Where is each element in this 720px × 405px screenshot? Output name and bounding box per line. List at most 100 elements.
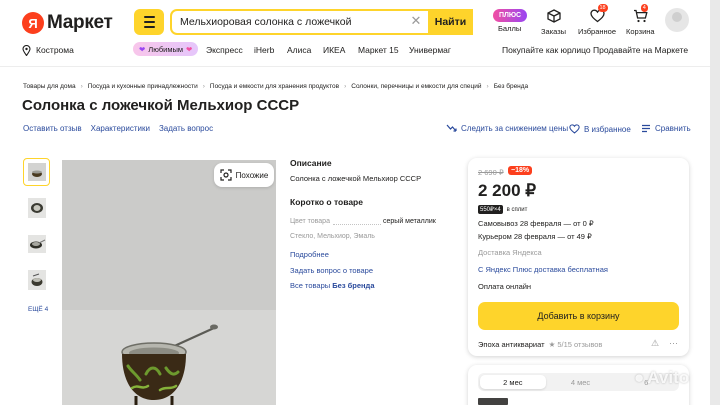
lens-scan-icon [220, 169, 232, 181]
header-item-label: Корзина [626, 27, 655, 36]
nav-link-express[interactable]: Экспресс [206, 43, 243, 57]
more-details-link[interactable]: Подробнее [290, 250, 329, 259]
plus-badge: ПЛЮС [493, 9, 527, 22]
short-info-heading: Коротко о товаре [290, 197, 363, 207]
ask-about-product-link[interactable]: Задать вопрос о товаре [290, 266, 373, 275]
trend-down-icon [446, 124, 457, 133]
breadcrumb-item[interactable]: Посуда и емкости для хранения продуктов [210, 83, 339, 90]
box-icon [546, 8, 561, 24]
favorites-label: В избранное [584, 124, 631, 134]
more-icon[interactable]: ⋯ [669, 338, 678, 349]
compare-label: Сравнить [655, 124, 691, 133]
clear-icon[interactable]: ✕ [409, 14, 423, 28]
logo-text: Маркет [47, 12, 113, 33]
cart-count: 4 [640, 4, 648, 12]
split-info[interactable]: 550₽×4 в сплит [478, 205, 527, 214]
header-points[interactable]: Баллы [498, 24, 521, 33]
header-orders[interactable]: Заказы [541, 8, 566, 36]
favorites-count: 18 [597, 4, 608, 12]
seller-info[interactable]: Эпоха антиквариат ★ 5/15 отзывов [478, 340, 602, 349]
spec-materials: Стекло, Мельхиор, Эмаль [290, 233, 375, 240]
add-to-cart-button[interactable]: Добавить в корзину [478, 302, 679, 330]
split-text: в сплит [506, 206, 528, 213]
track-price-label: Следить за снижением цены [461, 124, 569, 133]
nav-link-iherb[interactable]: iHerb [254, 43, 274, 57]
scrollbar[interactable] [710, 0, 720, 405]
search-button[interactable]: Найти [428, 9, 473, 35]
watermark: ● Avito [634, 368, 689, 388]
avatar[interactable] [665, 8, 689, 32]
page-title: Солонка с ложечкой Мельхиор СССР [22, 97, 300, 114]
thumbnail[interactable] [23, 266, 50, 294]
specs-link[interactable]: Характеристики [91, 124, 150, 133]
spec-dots [333, 224, 381, 225]
breadcrumb-item[interactable]: Без бренда [494, 83, 528, 90]
tab-2-months[interactable]: 2 мес [480, 375, 546, 389]
breadcrumb: Товары для дома › Посуда и кухонные прина… [23, 83, 528, 90]
plus-delivery-link[interactable]: С Яндекс Плюс доставка бесплатная [478, 265, 608, 274]
breadcrumb-separator: › [202, 83, 205, 90]
sell-link[interactable]: Продавайте на Маркете [593, 43, 688, 57]
breadcrumb-separator: › [486, 83, 489, 90]
header-item-label: Баллы [498, 24, 522, 33]
track-price-button[interactable]: Следить за снижением цены [446, 124, 568, 133]
header-cart[interactable]: 4 Корзина [626, 4, 655, 36]
watermark-text: Avito [647, 368, 690, 387]
nav-link-market15[interactable]: Маркет 15 [358, 43, 399, 57]
favorites-pill-label: Любимым [148, 44, 184, 54]
description-heading: Описание [290, 158, 332, 168]
ask-question-link[interactable]: Задать вопрос [159, 124, 213, 133]
favorites-pill[interactable]: ❤ Любимым ❤ [133, 42, 199, 56]
seller-name: Эпоха антиквариат [478, 340, 545, 349]
heart-icon: 18 [589, 4, 608, 24]
product-actions: Оставить отзыв Характеристики Задать воп… [23, 124, 213, 133]
header-divider [0, 66, 720, 67]
watermark-logo-icon: ● [634, 368, 645, 387]
brand-link: Без бренда [332, 281, 375, 290]
installment-amount-cut [478, 398, 508, 405]
breadcrumb-separator: › [344, 83, 347, 90]
thumbnail[interactable] [23, 158, 50, 186]
more-photos-link[interactable]: ЕЩЁ 4 [28, 306, 48, 313]
thumbnail[interactable] [23, 230, 50, 258]
location-pin-icon [22, 44, 31, 56]
spec-key-color: Цвет товара [290, 218, 330, 225]
thumbnail-image-icon [27, 163, 46, 181]
nav-link-ikea[interactable]: ИКЕА [323, 43, 345, 57]
thumbnail[interactable] [23, 194, 50, 222]
all-goods-link[interactable]: Все товары Без бренда [290, 281, 375, 290]
nav-link-univermag[interactable]: Универмаг [409, 43, 451, 57]
warning-icon[interactable]: ⚠ [651, 338, 659, 349]
thumbnail-image-icon [27, 235, 46, 253]
header-favorites[interactable]: 18 Избранное [578, 4, 617, 36]
similar-button[interactable]: Похожие [214, 163, 274, 187]
heart-small-icon: ❤ [186, 44, 193, 54]
product-photo[interactable] [62, 160, 276, 405]
heart-icon [569, 124, 580, 134]
catalog-button[interactable] [134, 9, 164, 35]
breadcrumb-item[interactable]: Посуда и кухонные принадлежности [88, 83, 198, 90]
seller-rating: ★ 5/15 отзывов [548, 340, 603, 349]
market-logo[interactable]: Я Маркет [22, 11, 113, 35]
add-to-favorites-button[interactable]: В избранное [569, 124, 631, 134]
header-item-label: Избранное [578, 27, 617, 36]
old-price: 2 690 ₽ [478, 168, 504, 177]
breadcrumb-separator: › [80, 83, 83, 90]
search-value: Мельхиоровая солонка с ложечкой [180, 16, 352, 28]
breadcrumb-item[interactable]: Товары для дома [23, 83, 76, 90]
yandex-logo-icon: Я [22, 12, 44, 34]
location[interactable]: Кострома [22, 43, 74, 57]
payment-info: Оплата онлайн [478, 282, 532, 291]
pickup-info: Самовывоз 28 февраля — от 0 ₽ [478, 219, 594, 228]
legal-entity-link[interactable]: Покупайте как юрлицо [502, 43, 591, 57]
description-text: Солонка с ложечкой Мельхиор СССР [290, 174, 422, 183]
tab-4-months[interactable]: 4 мес [548, 373, 614, 391]
compare-button[interactable]: Сравнить [641, 124, 691, 133]
heart-small-icon: ❤ [139, 44, 146, 54]
thumbnail-image-icon [27, 270, 46, 290]
leave-review-link[interactable]: Оставить отзыв [23, 124, 82, 133]
nav-link-alice[interactable]: Алиса [287, 43, 311, 57]
compare-icon [641, 124, 651, 133]
breadcrumb-item[interactable]: Солонки, перечницы и емкости для специй [351, 83, 481, 90]
thumbnail-image-icon [27, 198, 46, 218]
